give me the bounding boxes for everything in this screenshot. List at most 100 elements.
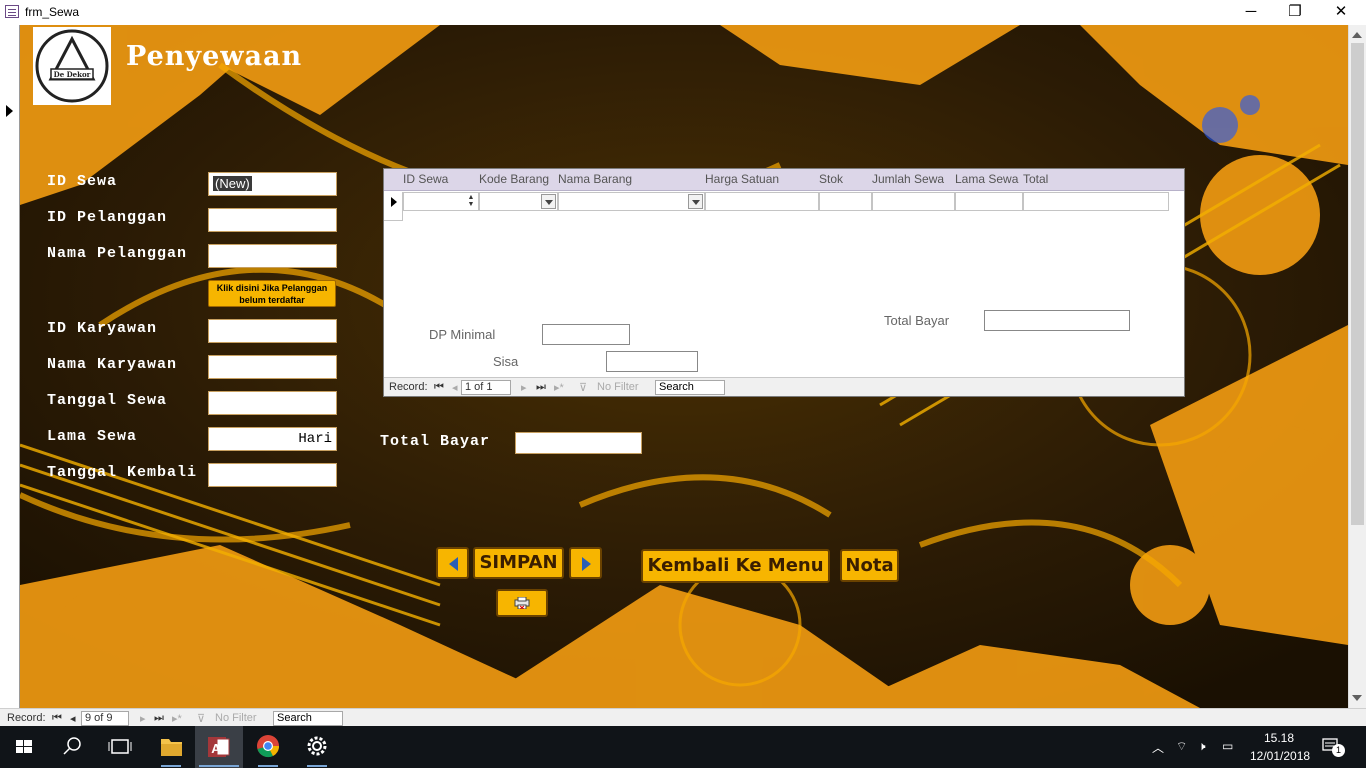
action-center-button[interactable]: 1 xyxy=(1322,738,1345,757)
save-button[interactable]: SIMPAN xyxy=(473,547,564,579)
cell-jumlah-sewa[interactable] xyxy=(872,192,955,211)
subform-record-position[interactable]: 1 of 1 xyxy=(461,380,511,395)
restore-button[interactable]: ❐ xyxy=(1272,0,1318,25)
filter-icon: ⊽ xyxy=(197,713,206,725)
nota-button[interactable]: Nota xyxy=(840,549,899,582)
search-button[interactable] xyxy=(48,726,96,768)
next-record-icon[interactable]: ▸ xyxy=(521,381,527,394)
first-record-icon[interactable]: ⏮ xyxy=(52,712,62,725)
col-stok[interactable]: Stok xyxy=(819,172,843,186)
start-button[interactable] xyxy=(0,726,48,768)
cell-id-sewa[interactable]: ▲ ▼ xyxy=(403,192,479,211)
nama-karyawan-field[interactable] xyxy=(208,355,337,379)
label-nama-karyawan: Nama Karyawan xyxy=(47,356,178,373)
volume-icon[interactable]: 🕨 xyxy=(1198,739,1206,754)
dp-minimal-field[interactable] xyxy=(542,324,630,345)
col-kode-barang[interactable]: Kode Barang xyxy=(479,172,549,186)
next-button[interactable] xyxy=(569,547,602,579)
access-icon: A xyxy=(199,737,239,767)
col-lama-sewa[interactable]: Lama Sewa xyxy=(955,172,1018,186)
main-search-input[interactable]: Search xyxy=(273,711,343,726)
cell-harga-satuan[interactable] xyxy=(705,192,819,211)
arrow-right-icon xyxy=(582,557,591,571)
current-record-icon xyxy=(6,105,13,117)
last-record-icon[interactable]: ⏭ xyxy=(154,712,164,725)
col-total[interactable]: Total xyxy=(1023,172,1048,186)
last-record-icon[interactable]: ⏭ xyxy=(536,381,546,394)
new-record-icon[interactable]: ▸* xyxy=(554,381,564,394)
id-sewa-field[interactable]: (New) xyxy=(208,172,337,196)
print-button[interactable] xyxy=(496,589,548,617)
chrome-icon xyxy=(257,735,280,767)
first-record-icon[interactable]: ⏮ xyxy=(434,381,444,394)
id-karyawan-field[interactable] xyxy=(208,319,337,343)
sisa-label: Sisa xyxy=(493,354,519,369)
cell-nama-barang[interactable] xyxy=(558,192,705,211)
logo-text: De Dekor xyxy=(54,70,91,79)
table-row: ▲ ▼ xyxy=(384,192,1169,212)
main-record-position[interactable]: 9 of 9 xyxy=(81,711,129,726)
tanggal-sewa-field[interactable] xyxy=(208,391,337,415)
notification-badge: 1 xyxy=(1332,744,1345,757)
subform-filter-label[interactable]: No Filter xyxy=(597,381,639,393)
wifi-icon[interactable]: ⌔ xyxy=(1176,739,1187,754)
cell-stok[interactable] xyxy=(819,192,872,211)
cell-kode-barang[interactable] xyxy=(479,192,558,211)
sisa-field[interactable] xyxy=(606,351,698,372)
record-selector[interactable] xyxy=(0,25,20,708)
task-view-button[interactable] xyxy=(96,726,144,768)
clock-date[interactable]: 12/01/2018 xyxy=(1250,749,1310,763)
next-record-icon[interactable]: ▸ xyxy=(140,712,146,725)
rental-detail-subform: ID Sewa Kode Barang Nama Barang Harga Sa… xyxy=(383,168,1185,397)
total-bayar-field[interactable] xyxy=(515,432,642,454)
main-navigation-bar: Record: ⏮ ◂ 9 of 9 ▸ ⏭ ▸* ⊽ No Filter Se… xyxy=(0,708,1366,726)
prev-button[interactable] xyxy=(436,547,469,579)
col-nama-barang[interactable]: Nama Barang xyxy=(558,172,632,186)
access-button[interactable]: A xyxy=(195,726,243,768)
col-id-sewa[interactable]: ID Sewa xyxy=(403,172,448,186)
col-jumlah-sewa[interactable]: Jumlah Sewa xyxy=(872,172,944,186)
minimize-button[interactable]: ─ xyxy=(1228,0,1274,25)
col-harga-satuan[interactable]: Harga Satuan xyxy=(705,172,779,186)
cell-lama-sewa[interactable] xyxy=(955,192,1023,211)
scroll-down-icon[interactable] xyxy=(1352,695,1362,701)
new-record-icon[interactable]: ▸* xyxy=(172,712,182,725)
subform-search-input[interactable]: Search xyxy=(655,380,725,395)
window-title: frm_Sewa xyxy=(25,5,80,19)
tanggal-kembali-field[interactable] xyxy=(208,463,337,487)
battery-icon[interactable]: ▭ xyxy=(1222,739,1233,753)
register-customer-button[interactable]: Klik disini Jika Pelanggan belum terdaft… xyxy=(208,280,336,307)
label-id-pelanggan: ID Pelanggan xyxy=(47,209,168,226)
vertical-scrollbar[interactable] xyxy=(1348,25,1366,708)
lama-sewa-field[interactable]: Hari xyxy=(208,427,337,451)
chevron-down-icon[interactable] xyxy=(688,194,703,209)
label-tanggal-sewa: Tanggal Sewa xyxy=(47,392,168,409)
prev-record-icon[interactable]: ◂ xyxy=(70,712,76,725)
id-sewa-value: (New) xyxy=(213,176,252,191)
svg-text:A: A xyxy=(211,741,221,756)
close-button[interactable]: ✕ xyxy=(1318,0,1364,25)
id-pelanggan-field[interactable] xyxy=(208,208,337,232)
total-bayar-label: Total Bayar xyxy=(380,433,491,450)
subform-header: ID Sewa Kode Barang Nama Barang Harga Sa… xyxy=(384,169,1184,191)
scroll-up-icon[interactable] xyxy=(1352,32,1362,38)
scroll-thumb[interactable] xyxy=(1351,43,1364,525)
settings-button[interactable] xyxy=(293,726,341,768)
form-body: De Dekor Penyewaan ID Sewa (New) ID Pela… xyxy=(0,25,1366,708)
nama-pelanggan-field[interactable] xyxy=(208,244,337,268)
printer-icon xyxy=(514,596,530,610)
back-to-menu-button[interactable]: Kembali Ke Menu xyxy=(641,549,830,583)
prev-record-icon[interactable]: ◂ xyxy=(452,381,458,394)
window-titlebar: frm_Sewa ─ ❐ ✕ xyxy=(0,0,1366,25)
cell-total[interactable] xyxy=(1023,192,1169,211)
spinner-icon[interactable]: ▲ ▼ xyxy=(466,194,476,210)
chevron-up-icon[interactable]: ︿ xyxy=(1152,739,1164,756)
chrome-button[interactable] xyxy=(244,726,292,768)
subform-total-bayar-field[interactable] xyxy=(984,310,1130,331)
main-filter-label[interactable]: No Filter xyxy=(215,712,257,724)
label-tanggal-kembali: Tanggal Kembali xyxy=(47,464,198,481)
file-explorer-button[interactable] xyxy=(147,726,195,768)
clock-time[interactable]: 15.18 xyxy=(1264,731,1294,745)
subform-total-bayar-label: Total Bayar xyxy=(884,313,950,328)
chevron-down-icon[interactable] xyxy=(541,194,556,209)
